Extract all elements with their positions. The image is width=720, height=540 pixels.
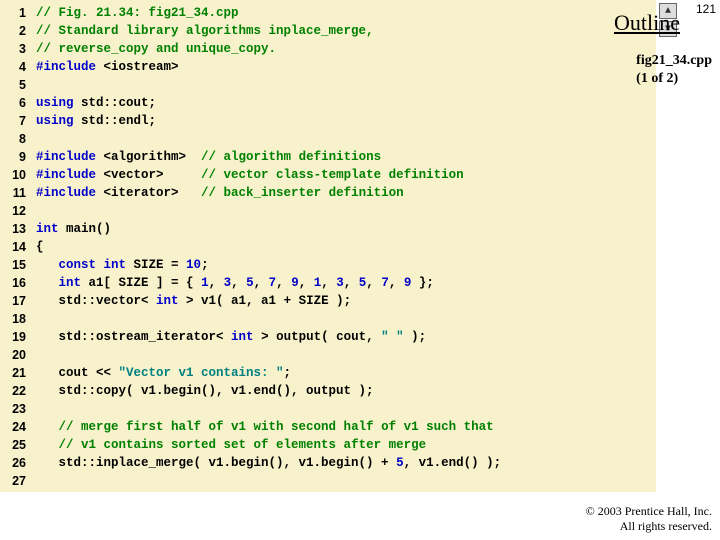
code-line — [36, 130, 656, 148]
code-line: std::vector< int > v1( a1, a1 + SIZE ); — [36, 292, 656, 310]
page-number: 121 — [696, 2, 716, 16]
code-line — [36, 310, 656, 328]
line-number: 16 — [4, 274, 26, 292]
copyright-line2: All rights reserved. — [586, 519, 712, 534]
line-number: 7 — [4, 112, 26, 130]
code-line: int a1[ SIZE ] = { 1, 3, 5, 7, 9, 1, 3, … — [36, 274, 656, 292]
code-line: int main() — [36, 220, 656, 238]
line-number: 8 — [4, 130, 26, 148]
line-number: 15 — [4, 256, 26, 274]
line-number: 27 — [4, 472, 26, 490]
line-number: 13 — [4, 220, 26, 238]
code-line: using std::cout; — [36, 94, 656, 112]
line-number: 21 — [4, 364, 26, 382]
line-number: 1 — [4, 4, 26, 22]
line-number: 2 — [4, 22, 26, 40]
copyright-line1: © 2003 Prentice Hall, Inc. — [586, 504, 712, 519]
line-number: 3 — [4, 40, 26, 58]
code-line — [36, 346, 656, 364]
code-line: std::copy( v1.begin(), v1.end(), output … — [36, 382, 656, 400]
code-line — [36, 400, 656, 418]
code-listing: 1234567891011121314151617181920212223242… — [0, 0, 656, 492]
code-line — [36, 202, 656, 220]
code-line: #include <iterator> // back_inserter def… — [36, 184, 656, 202]
code-line: #include <algorithm> // algorithm defini… — [36, 148, 656, 166]
code-line: { — [36, 238, 656, 256]
code-line: std::inplace_merge( v1.begin(), v1.begin… — [36, 454, 656, 472]
source-code: // Fig. 21.34: fig21_34.cpp// Standard l… — [30, 0, 656, 492]
copyright-notice: © 2003 Prentice Hall, Inc. All rights re… — [586, 504, 712, 534]
line-number: 17 — [4, 292, 26, 310]
line-number: 18 — [4, 310, 26, 328]
code-line: // reverse_copy and unique_copy. — [36, 40, 656, 58]
line-number: 20 — [4, 346, 26, 364]
file-reference-page: (1 of 2) — [636, 70, 712, 88]
line-number: 19 — [4, 328, 26, 346]
code-line: // v1 contains sorted set of elements af… — [36, 436, 656, 454]
line-number: 22 — [4, 382, 26, 400]
code-line: std::ostream_iterator< int > output( cou… — [36, 328, 656, 346]
file-reference: fig21_34.cpp (1 of 2) — [636, 52, 712, 88]
code-line — [36, 472, 656, 490]
line-number: 5 — [4, 76, 26, 94]
code-line: // merge first half of v1 with second ha… — [36, 418, 656, 436]
line-number: 24 — [4, 418, 26, 436]
code-line: cout << "Vector v1 contains: "; — [36, 364, 656, 382]
code-line — [36, 76, 656, 94]
code-line: // Standard library algorithms inplace_m… — [36, 22, 656, 40]
file-reference-name: fig21_34.cpp — [636, 52, 712, 70]
code-line: // Fig. 21.34: fig21_34.cpp — [36, 4, 656, 22]
line-number-gutter: 1234567891011121314151617181920212223242… — [0, 0, 30, 492]
code-line: #include <iostream> — [36, 58, 656, 76]
line-number: 11 — [4, 184, 26, 202]
outline-heading: Outline — [614, 10, 680, 36]
line-number: 14 — [4, 238, 26, 256]
line-number: 23 — [4, 400, 26, 418]
line-number: 10 — [4, 166, 26, 184]
line-number: 26 — [4, 454, 26, 472]
line-number: 12 — [4, 202, 26, 220]
code-line: const int SIZE = 10; — [36, 256, 656, 274]
outline-heading-text: Outline — [614, 10, 680, 35]
line-number: 4 — [4, 58, 26, 76]
line-number: 25 — [4, 436, 26, 454]
code-line: using std::endl; — [36, 112, 656, 130]
line-number: 9 — [4, 148, 26, 166]
code-line: #include <vector> // vector class-templa… — [36, 166, 656, 184]
line-number: 6 — [4, 94, 26, 112]
